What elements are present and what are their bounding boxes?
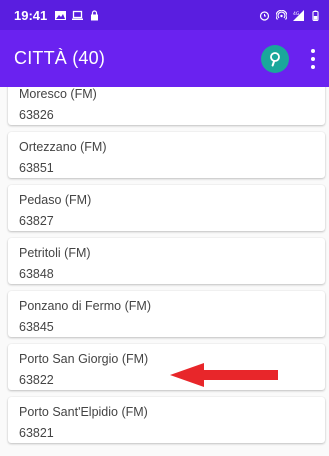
- more-vert-icon: [311, 48, 315, 53]
- list-item[interactable]: Porto Sant'Elpidio (FM) 63821: [8, 397, 325, 443]
- city-cap: 63848: [19, 267, 54, 281]
- city-name: Pedaso (FM): [19, 193, 92, 207]
- list-item[interactable]: Ortezzano (FM) 63851: [8, 132, 325, 178]
- laptop-icon: [72, 10, 84, 20]
- city-cap: 63827: [19, 214, 54, 228]
- app-bar-actions: [261, 44, 319, 73]
- list-item[interactable]: Pedaso (FM) 63827: [8, 185, 325, 231]
- city-name: Petritoli (FM): [19, 246, 91, 260]
- more-options-button[interactable]: [307, 48, 319, 69]
- city-list-inner: Moresco (FM) 63826 Ortezzano (FM) 63851 …: [0, 87, 329, 450]
- search-icon: [270, 51, 280, 66]
- city-name: Moresco (FM): [19, 87, 97, 101]
- lock-icon: [91, 9, 99, 20]
- alarm-icon: [259, 10, 270, 21]
- signal-4g-icon: 4G: [293, 9, 304, 21]
- svg-text:4G: 4G: [293, 11, 300, 17]
- page-title: CITTÀ (40): [14, 48, 106, 68]
- red-arrow-annotation: [170, 363, 278, 387]
- app-bar: CITTÀ (40): [0, 30, 329, 87]
- status-left-icons: [55, 9, 100, 21]
- city-cap: 63851: [19, 161, 54, 175]
- city-cap: 63845: [19, 320, 54, 334]
- list-item[interactable]: Ponzano di Fermo (FM) 63845: [8, 291, 325, 337]
- search-button[interactable]: [261, 44, 289, 73]
- city-name: Ponzano di Fermo (FM): [19, 299, 151, 313]
- status-right-icons: 4G: [259, 9, 321, 21]
- city-name: Porto Sant'Elpidio (FM): [19, 405, 148, 419]
- city-cap: 63826: [19, 108, 54, 122]
- image-icon: [55, 10, 67, 20]
- city-cap: 63821: [19, 426, 54, 440]
- status-time: 19:41: [14, 7, 48, 23]
- status-bar: 19:41 4G: [0, 0, 329, 30]
- list-item[interactable]: Moresco (FM) 63826: [8, 87, 325, 125]
- battery-icon: [312, 10, 319, 21]
- city-list[interactable]: Moresco (FM) 63826 Ortezzano (FM) 63851 …: [0, 87, 329, 456]
- hotspot-icon: [276, 9, 287, 20]
- city-name: Ortezzano (FM): [19, 140, 107, 154]
- list-item[interactable]: Petritoli (FM) 63848: [8, 238, 325, 284]
